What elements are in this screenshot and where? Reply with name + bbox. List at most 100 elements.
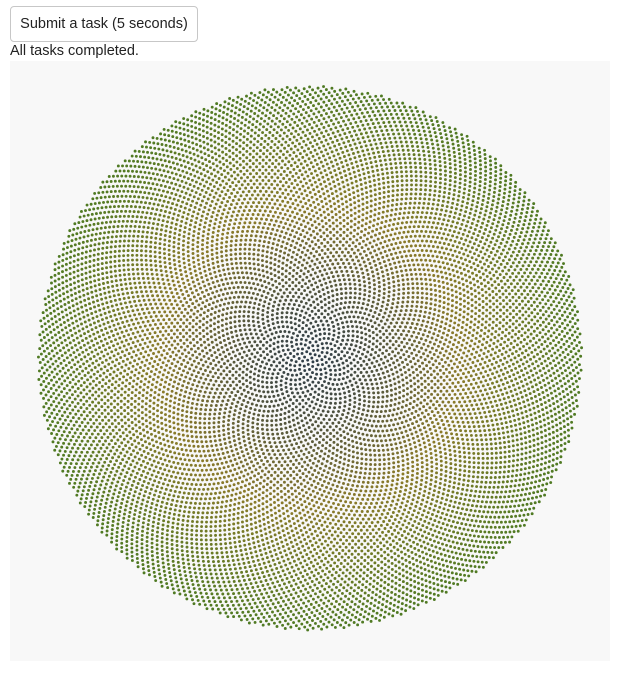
spiral-dot [420,411,424,415]
spiral-dot [390,483,394,487]
submit-task-button[interactable]: Submit a task (5 seconds) [10,6,198,42]
spiral-dot [187,258,191,262]
spiral-dot [282,436,285,440]
spiral-dot [410,432,414,436]
spiral-dot [168,425,172,429]
spiral-dot [314,402,318,406]
spiral-dot [262,290,266,293]
spiral-dot [202,394,206,398]
spiral-dot [435,255,439,259]
spiral-dot [240,515,244,519]
spiral-dot [414,272,418,276]
spiral-dot [150,306,154,310]
spiral-dot [263,356,267,360]
spiral-dot [400,340,404,344]
spiral-dot [163,468,167,472]
spiral-dot [349,208,353,212]
spiral-dot [329,368,332,372]
spiral-dot [229,498,233,502]
spiral-dot [250,276,254,280]
spiral-dot [238,367,242,371]
spiral-dot [366,323,370,327]
spiral-dot [449,278,453,282]
spiral-dot [332,428,336,432]
spiral-dot [192,344,196,348]
spiral-dot [177,432,181,436]
spiral-dot [414,220,417,224]
spiral-dot [340,486,344,490]
spiral-dot [412,330,416,334]
spiral-dot [376,222,380,226]
spiral-dot [161,432,165,436]
spiral-dot [397,380,401,384]
spiral-dot [420,461,424,465]
spiral-dot [402,287,406,291]
spiral-dot [337,331,341,335]
spiral-dot [141,416,144,420]
spiral-dot [189,315,192,319]
spiral-dot [259,354,263,357]
spiral-dot [202,381,206,385]
spiral-dot [249,217,253,221]
spiral-dot [153,391,157,394]
spiral-dot [133,313,137,317]
spiral-dot [442,353,446,357]
spiral-dot [222,208,226,212]
spiral-dot [316,491,319,495]
spiral-dot [465,354,469,358]
spiral-dot [321,323,325,327]
spiral-dot [367,328,371,332]
spiral-dot [184,270,188,274]
spiral-dot [198,473,202,477]
spiral-dot [367,395,371,399]
spiral-dot [334,308,338,312]
spiral-dot [309,273,313,277]
spiral-dot [271,523,275,527]
spiral-dot [470,403,474,407]
spiral-dot [306,463,310,467]
spiral-dot [416,263,420,267]
spiral-dot [264,285,268,289]
spiral-dot [215,238,219,242]
spiral-dot [180,373,184,377]
spiral-dot [222,197,226,200]
spiral-dot [459,297,462,301]
spiral-dot [448,340,452,344]
spiral-dot [358,398,362,402]
spiral-dot [359,182,363,186]
spiral-dot [438,241,442,245]
spiral-dot [330,414,334,418]
spiral-dot [213,316,217,320]
spiral-dot [302,197,306,201]
spiral-dot [407,355,411,358]
spiral-dot [339,499,343,503]
spiral-dot [256,213,260,217]
spiral-dot [165,290,168,294]
spiral-dot [287,237,291,241]
spiral-dot [410,482,413,486]
spiral-dot [367,476,371,480]
spiral-dot [171,279,175,283]
spiral-dot [138,391,141,395]
spiral-dot [178,284,182,288]
spiral-dot [194,273,198,277]
spiral-dot [451,268,455,272]
spiral-dot [367,517,371,521]
spiral-dot [374,489,378,493]
spiral-dot [391,257,395,261]
spiral-dot [319,235,323,239]
spiral-dot [329,237,333,241]
spiral-dot [189,425,193,429]
spiral-dot [436,318,440,322]
spiral-dot [205,326,209,330]
spiral-dot [199,271,203,275]
spiral-dot [473,289,477,293]
spiral-dot [409,396,413,400]
spiral-dot [485,314,488,318]
spiral-dot [309,218,313,221]
spiral-dot [410,273,413,276]
spiral-dot [208,430,212,434]
spiral-dot [298,476,302,479]
spiral-dot [276,207,280,210]
spiral-dot [164,344,168,348]
